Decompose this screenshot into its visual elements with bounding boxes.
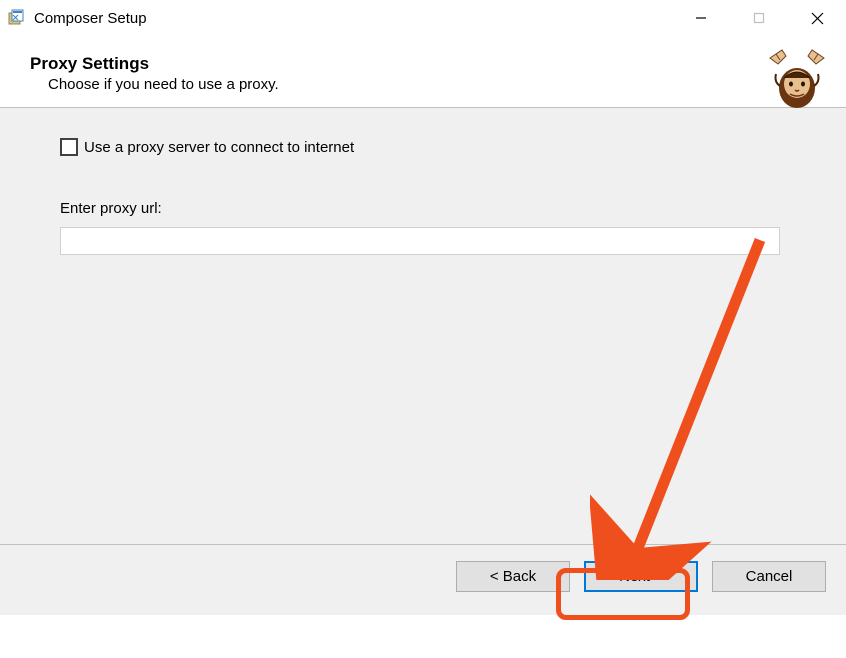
proxy-checkbox-row[interactable]: Use a proxy server to connect to interne… bbox=[60, 138, 786, 156]
titlebar: Composer Setup bbox=[0, 0, 846, 36]
wizard-footer: < Back Next > Cancel bbox=[0, 545, 846, 615]
maximize-button bbox=[730, 0, 788, 36]
minimize-icon bbox=[695, 12, 707, 24]
cancel-button[interactable]: Cancel bbox=[712, 561, 826, 592]
maximize-icon bbox=[753, 12, 765, 24]
page-subtitle: Choose if you need to use a proxy. bbox=[48, 76, 822, 93]
window-title: Composer Setup bbox=[34, 10, 672, 27]
app-icon bbox=[6, 8, 26, 28]
window-controls bbox=[672, 0, 846, 36]
back-button[interactable]: < Back bbox=[456, 561, 570, 592]
page-title: Proxy Settings bbox=[30, 54, 822, 74]
content-area: Use a proxy server to connect to interne… bbox=[0, 108, 846, 545]
wizard-header: Proxy Settings Choose if you need to use… bbox=[0, 36, 846, 108]
proxy-url-label: Enter proxy url: bbox=[60, 200, 786, 217]
close-icon bbox=[811, 12, 824, 25]
proxy-checkbox-label: Use a proxy server to connect to interne… bbox=[84, 139, 354, 156]
composer-logo bbox=[762, 46, 832, 116]
close-button[interactable] bbox=[788, 0, 846, 36]
proxy-checkbox[interactable] bbox=[60, 138, 78, 156]
proxy-url-input[interactable] bbox=[60, 227, 780, 255]
next-button[interactable]: Next > bbox=[584, 561, 698, 592]
minimize-button[interactable] bbox=[672, 0, 730, 36]
